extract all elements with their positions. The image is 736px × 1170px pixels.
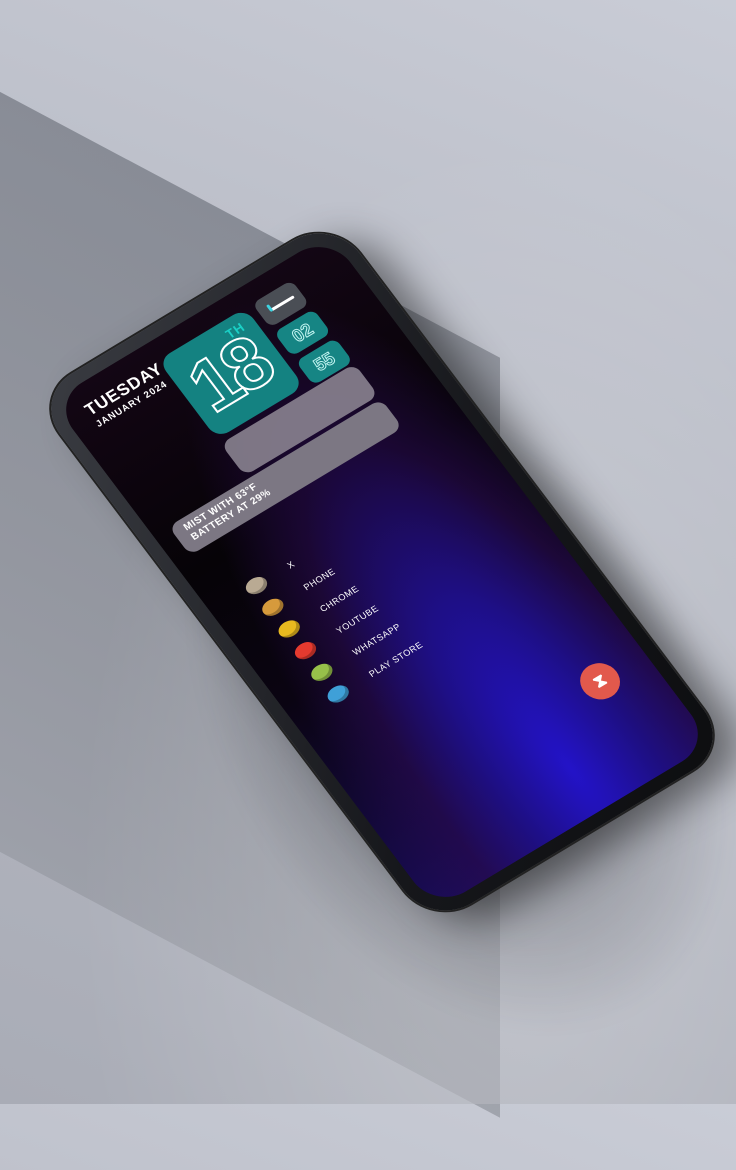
day-number: 18: [171, 321, 287, 429]
clock-minute-hand: [270, 295, 295, 312]
app-label: X: [284, 558, 297, 571]
clock-hour-hand: [266, 304, 274, 313]
play-store-icon: [323, 681, 353, 706]
hourglass-icon: ⧗: [588, 670, 611, 692]
date-widget: TUESDAY JANUARY 2024: [81, 359, 175, 429]
app-list: X PHONE CHROME YOUTUBE WHATSAPP PLAY STO…: [239, 524, 430, 710]
hourglass-fab-button[interactable]: ⧗: [572, 656, 628, 707]
